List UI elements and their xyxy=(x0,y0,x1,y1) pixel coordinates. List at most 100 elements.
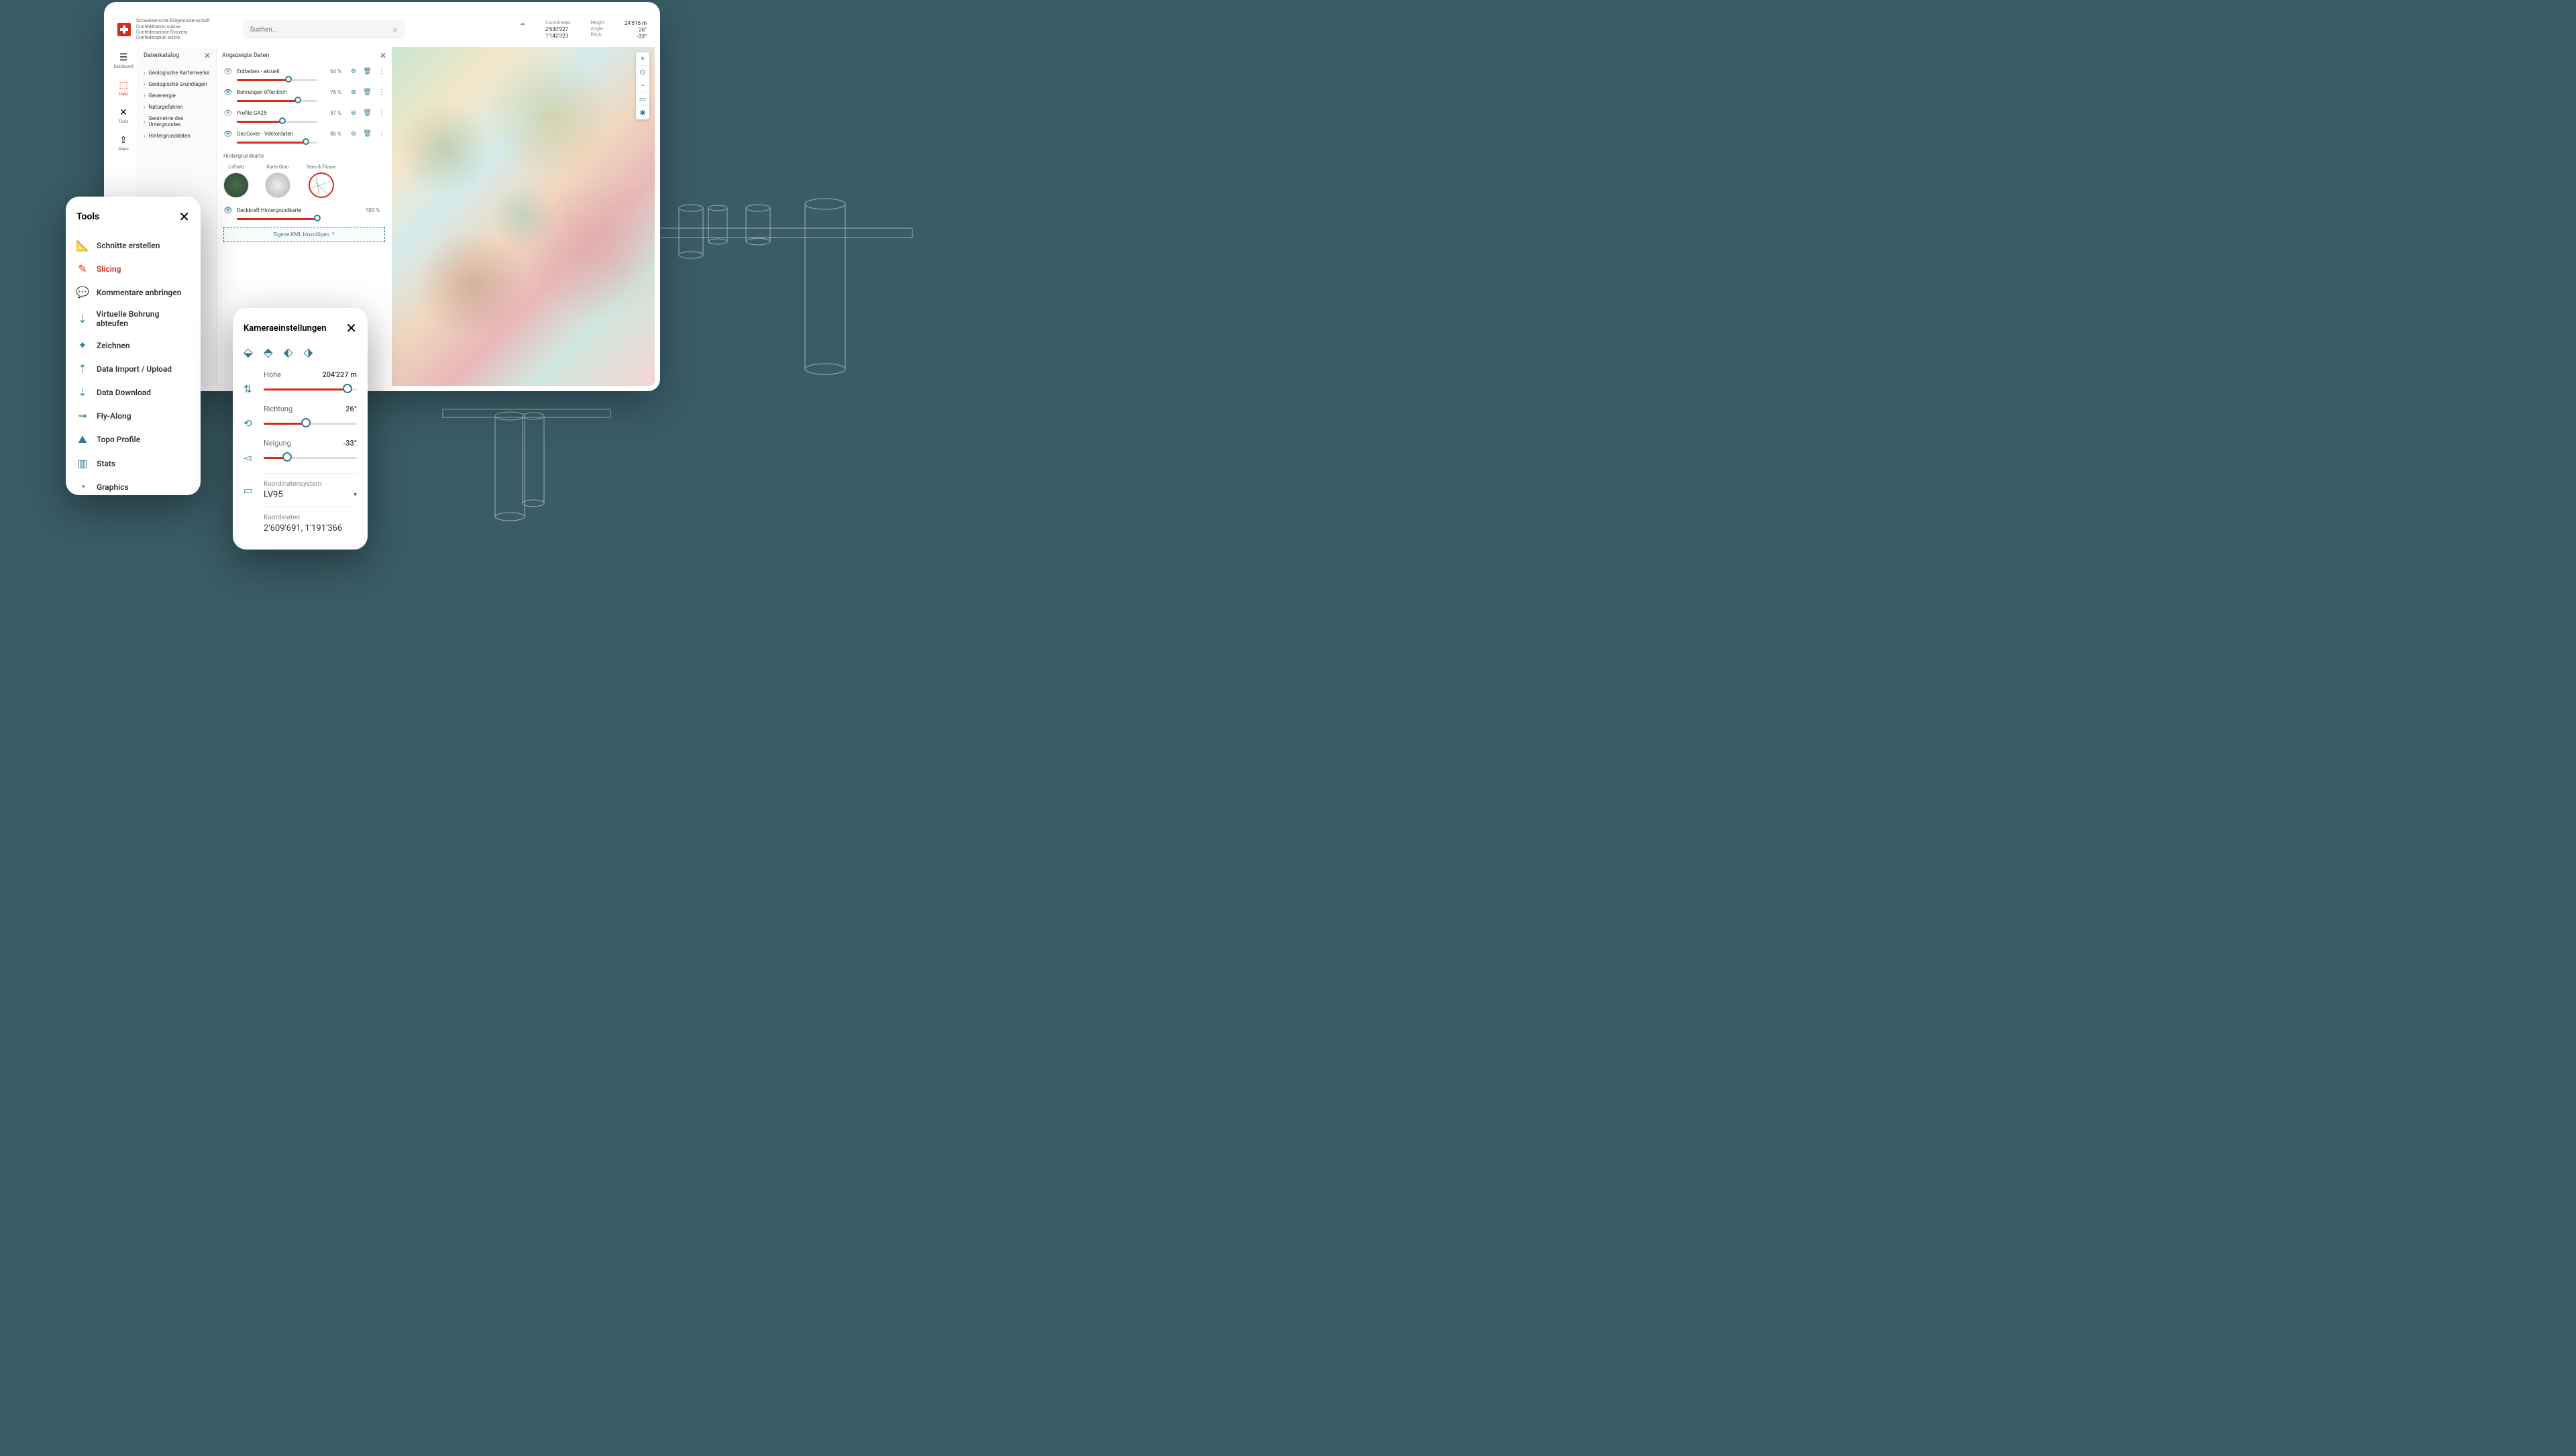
search-input[interactable] xyxy=(250,26,393,34)
app-header: Schweizerische Eidgenossenschaft Confédé… xyxy=(109,12,655,47)
eye-icon[interactable]: 👁 xyxy=(223,88,233,97)
delete-icon[interactable]: 🗑 xyxy=(363,109,372,117)
catalog-item[interactable]: ›Geoenergie xyxy=(138,90,216,101)
tools-icon: ✕ xyxy=(119,107,127,118)
rail-tools[interactable]: ✕Tools xyxy=(116,105,131,127)
tool-item[interactable]: 💬Kommentare anbringen xyxy=(76,281,190,303)
eye-icon[interactable]: 👁 xyxy=(223,206,233,215)
catalog-item[interactable]: ›Geologische Grundlagen xyxy=(138,79,216,90)
close-icon[interactable]: ✕ xyxy=(380,51,386,60)
upload-icon: ⇡ xyxy=(331,231,335,238)
cam-slider[interactable] xyxy=(264,423,357,425)
close-icon[interactable]: ✕ xyxy=(178,209,190,225)
opacity-slider[interactable] xyxy=(237,142,317,144)
catalog-item[interactable]: ›Geometrie des Untergrundes xyxy=(138,113,216,130)
delete-icon[interactable]: 🗑 xyxy=(363,68,372,75)
more-icon[interactable]: ⋮ xyxy=(378,68,385,75)
slider-thumb[interactable] xyxy=(285,76,292,83)
tool-item[interactable]: ⇣Data Download xyxy=(76,381,190,403)
cam-row: Höhe204'227 m⇅ xyxy=(244,370,357,395)
swiss-org-text: Schweizerische Eidgenossenschaft Confédé… xyxy=(136,18,210,41)
zoom-in-button[interactable]: + xyxy=(636,52,649,66)
slider-thumb[interactable] xyxy=(279,117,286,124)
tool-item[interactable]: ✎Slicing xyxy=(76,258,190,280)
bg-section-title: Hintergrundkarte xyxy=(223,153,385,159)
cam-preset-1-icon[interactable]: ⬙ xyxy=(244,346,253,360)
more-icon[interactable]: ⋮ xyxy=(378,109,385,117)
coords-value: 2'609'691, 1'191'366 xyxy=(264,523,357,533)
menu-icon: ☰ xyxy=(119,52,128,63)
rail-data[interactable]: ⬚Data xyxy=(116,77,130,99)
slider-thumb[interactable] xyxy=(303,138,309,145)
catalog-item[interactable]: ›Naturgefahren xyxy=(138,101,216,113)
home-button[interactable]: ⊙ xyxy=(636,66,649,79)
tool-icon: ⇣ xyxy=(76,313,88,325)
tool-item[interactable]: ⛰Topo Profile xyxy=(76,428,190,451)
zoom-icon[interactable]: ⊕ xyxy=(351,130,356,138)
share-icon: ⇪ xyxy=(119,135,127,146)
close-icon[interactable]: ✕ xyxy=(345,320,357,336)
cam-slider[interactable] xyxy=(264,457,357,459)
tools-panel: Tools ✕ 📐Schnitte erstellen✎Slicing💬Komme… xyxy=(66,197,201,495)
zoom-out-button[interactable]: − xyxy=(636,79,649,93)
bg-option-seen[interactable]: Seen & Flüsse xyxy=(307,164,336,198)
search-box[interactable]: ⌕ xyxy=(244,20,405,39)
slider-thumb[interactable] xyxy=(301,418,311,427)
eye-icon[interactable]: 👁 xyxy=(223,129,233,138)
camera-button[interactable]: ▭ xyxy=(636,93,649,106)
tool-item[interactable]: ⇡Data Import / Upload xyxy=(76,358,190,380)
opacity-slider[interactable] xyxy=(237,121,317,123)
camera-icon: ▭ xyxy=(244,484,257,497)
tool-icon: ⇡ xyxy=(76,362,89,375)
map-viewport[interactable]: + ⊙ − ▭ ✱ xyxy=(392,47,655,386)
slider-thumb[interactable] xyxy=(294,97,301,103)
cam-preset-3-icon[interactable]: ⬖ xyxy=(284,346,293,360)
rail-share[interactable]: ⇪Share xyxy=(115,132,131,154)
catalog-item[interactable]: ›Geologische Kartenwerke xyxy=(138,67,216,79)
cam-axis-icon: ◅ xyxy=(244,452,257,464)
bg-option-grau[interactable]: Karte Grau xyxy=(265,164,290,198)
tool-item[interactable]: ✦Zeichnen xyxy=(76,334,190,356)
delete-icon[interactable]: 🗑 xyxy=(363,130,372,138)
zoom-icon[interactable]: ⊕ xyxy=(351,68,356,75)
tool-icon: ✎ xyxy=(76,262,89,275)
cam-preset-4-icon[interactable]: ⬗ xyxy=(304,346,313,360)
delete-icon[interactable]: 🗑 xyxy=(363,89,372,96)
kml-upload[interactable]: Eigene KML hinzufügen ⇡ xyxy=(223,227,385,242)
tool-item[interactable]: ▥Stats xyxy=(76,452,190,474)
opacity-slider[interactable] xyxy=(237,218,317,220)
zoom-icon[interactable]: ⊕ xyxy=(351,89,356,96)
more-icon[interactable]: ⋮ xyxy=(378,130,385,138)
compass-button[interactable]: ✱ xyxy=(636,106,649,119)
cam-slider[interactable] xyxy=(264,388,357,391)
opacity-slider[interactable] xyxy=(237,100,317,102)
cam-preset-2-icon[interactable]: ⬘ xyxy=(264,346,273,360)
tool-icon: ✦ xyxy=(76,339,89,352)
tool-item[interactable]: ⇝Fly-Along xyxy=(76,405,190,427)
eye-icon[interactable]: 👁 xyxy=(223,109,233,117)
slider-thumb[interactable] xyxy=(282,452,292,462)
cloud-icon: ☁ xyxy=(520,20,525,40)
chevron-right-icon: › xyxy=(144,70,145,76)
coord-readout: ☁ Coordinates 2'630'927 1'142'323 Height… xyxy=(520,20,647,40)
tool-item[interactable]: 📐Schnitte erstellen xyxy=(76,234,190,256)
search-icon[interactable]: ⌕ xyxy=(393,25,398,35)
chevron-down-icon: ▾ xyxy=(354,491,357,499)
coord-sys-select[interactable]: LV95▾ xyxy=(264,490,357,500)
tool-item[interactable]: ⇣Virtuelle Bohrung abteufen xyxy=(76,305,190,333)
opacity-slider[interactable] xyxy=(237,79,317,81)
slider-thumb[interactable] xyxy=(314,215,321,221)
catalog-item[interactable]: ›Hintergrunddaten xyxy=(138,130,216,142)
tool-icon: ⇣ xyxy=(76,386,89,399)
bg-option-luftbild[interactable]: Luftbild xyxy=(223,164,249,198)
zoom-icon[interactable]: ⊕ xyxy=(351,109,356,117)
tools-title: Tools xyxy=(76,211,99,222)
more-icon[interactable]: ⋮ xyxy=(378,89,385,96)
rail-dashboard[interactable]: ☰Dashboard xyxy=(111,50,136,72)
close-icon[interactable]: ✕ xyxy=(204,51,211,60)
tool-item[interactable]: ◔Graphics xyxy=(76,476,190,499)
tool-icon: 💬 xyxy=(76,286,89,299)
camera-title: Kameraeinstellungen xyxy=(244,323,327,333)
slider-thumb[interactable] xyxy=(343,384,352,393)
eye-icon[interactable]: 👁 xyxy=(223,67,233,76)
